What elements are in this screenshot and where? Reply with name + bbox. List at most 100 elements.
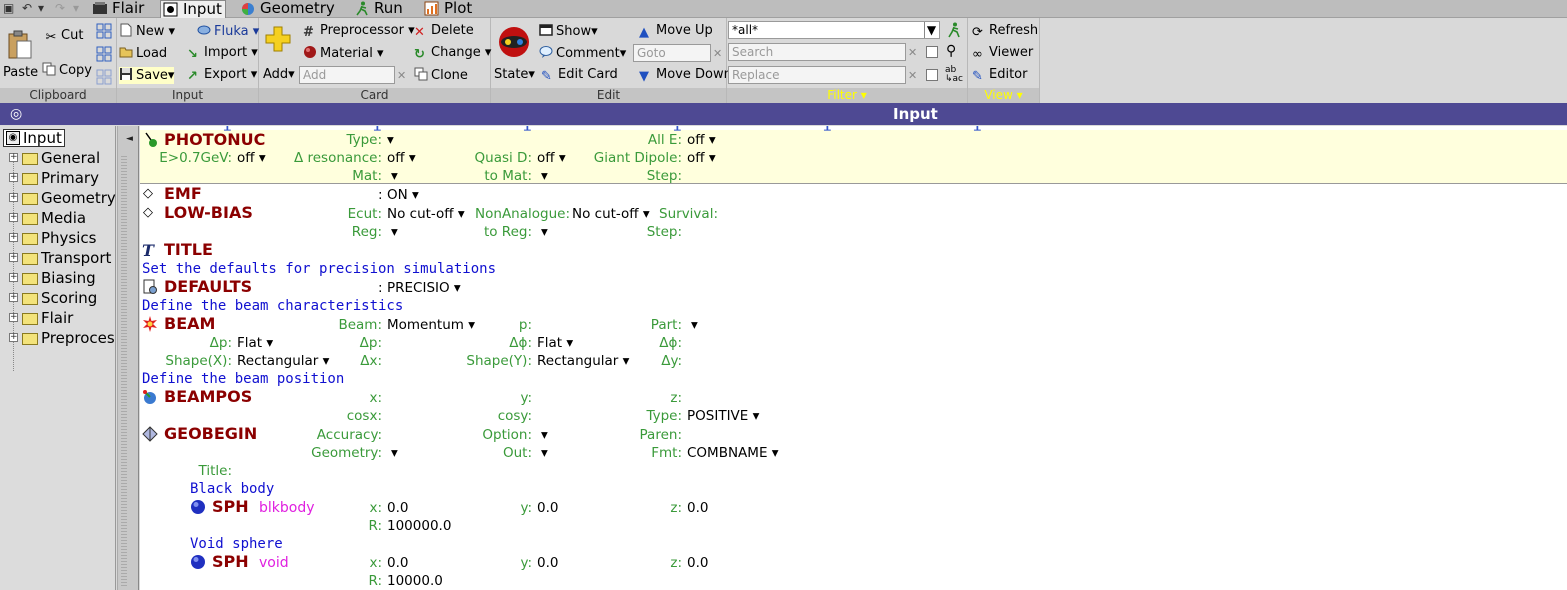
all-e-select[interactable]: off ▾	[687, 131, 716, 149]
card-name-sph[interactable]: SPH	[212, 553, 249, 571]
card-comment[interactable]: Define the beam characteristics	[142, 297, 403, 315]
defaults-select[interactable]: PRECISIO ▾	[387, 279, 461, 297]
tree-item-flair[interactable]: + Flair	[9, 309, 73, 327]
tree-item-geometry[interactable]: + Geometry	[9, 189, 116, 207]
paste-button[interactable]: Paste	[3, 30, 38, 81]
card-name-photonuc[interactable]: PHOTONUC	[164, 131, 265, 149]
replace-checkbox[interactable]	[926, 69, 938, 81]
filter-group-label[interactable]: Filter ▾	[727, 88, 967, 103]
option-select[interactable]: ▾	[541, 426, 548, 444]
tab-stop-marker[interactable]: ┸	[974, 126, 981, 137]
splitter-grip[interactable]	[121, 156, 127, 586]
tree-item-primary[interactable]: + Primary	[9, 169, 99, 187]
export-button[interactable]: ↗ Export ▾	[187, 67, 257, 84]
editor-button[interactable]: ✎ Editor	[972, 67, 1027, 84]
card-comment[interactable]: Define the beam position	[142, 370, 344, 388]
goto-input[interactable]: Goto	[633, 44, 711, 62]
expand-icon[interactable]: +	[9, 253, 18, 262]
ecut-select[interactable]: No cut-off ▾	[387, 205, 465, 223]
show-button[interactable]: Show▾	[539, 23, 598, 40]
delta-resonance-select[interactable]: off ▾	[387, 149, 416, 167]
mat-select[interactable]: ▾	[391, 167, 398, 185]
clear-search-icon[interactable]: ✕	[908, 46, 917, 59]
card-name-emf[interactable]: EMF	[164, 185, 202, 203]
x-value[interactable]: 0.0	[387, 499, 408, 517]
title-text[interactable]: Set the defaults for precision simulatio…	[142, 260, 496, 278]
card-comment[interactable]: Void sphere	[190, 535, 283, 553]
state-icon[interactable]	[498, 26, 530, 58]
expand-icon[interactable]: +	[9, 273, 18, 282]
card-comment[interactable]: Black body	[190, 480, 274, 498]
search-input[interactable]: Search	[728, 43, 906, 61]
tab-input[interactable]: Input	[160, 0, 226, 18]
fmt-select[interactable]: COMBNAME ▾	[687, 444, 779, 462]
tab-stop-marker[interactable]: ┸	[524, 126, 531, 137]
giant-dipole-select[interactable]: off ▾	[687, 149, 716, 167]
expand-icon[interactable]: +	[9, 213, 18, 222]
card-name-geobegin[interactable]: GEOBEGIN	[164, 425, 257, 443]
redo-icon[interactable]: ↷	[55, 1, 65, 15]
y-value[interactable]: 0.0	[537, 554, 558, 572]
replace-icon[interactable]: ab ↳ac	[945, 66, 963, 84]
card-name-beam[interactable]: BEAM	[164, 315, 215, 333]
material-button[interactable]: Material ▾	[303, 45, 383, 62]
expand-icon[interactable]: +	[9, 193, 18, 202]
delta-p-select[interactable]: Flat ▾	[237, 334, 273, 352]
redo-dropdown-icon[interactable]: ▾	[73, 1, 79, 15]
tree-item-scoring[interactable]: + Scoring	[9, 289, 97, 307]
card-name-beampos[interactable]: BEAMPOS	[164, 388, 252, 406]
type-select[interactable]: ▾	[387, 131, 394, 149]
expand-icon[interactable]: +	[9, 313, 18, 322]
tab-flair[interactable]: Flair	[90, 0, 152, 18]
geometry-select[interactable]: ▾	[391, 444, 398, 462]
add-card-input[interactable]: Add	[299, 66, 395, 84]
r-value[interactable]: 10000.0	[387, 572, 443, 590]
tree-item-media[interactable]: + Media	[9, 209, 86, 227]
change-button[interactable]: ↻ Change ▾	[414, 45, 491, 62]
tab-stop-marker[interactable]: ┸	[824, 126, 831, 137]
filter-select[interactable]: *all* ▼	[728, 21, 940, 39]
body-name[interactable]: void	[259, 554, 289, 572]
move-down-button[interactable]: ▼ Move Down	[639, 67, 732, 84]
out-select[interactable]: ▾	[541, 444, 548, 462]
save-button[interactable]: Save▾	[119, 67, 175, 84]
clear-replace-icon[interactable]: ✕	[908, 69, 917, 82]
cut-button[interactable]: ✂ Cut	[44, 28, 84, 45]
clone-button[interactable]: Clone	[414, 67, 468, 84]
z-value[interactable]: 0.0	[687, 499, 708, 517]
to-mat-select[interactable]: ▾	[541, 167, 548, 185]
to-reg-select[interactable]: ▾	[541, 223, 548, 241]
expand-icon[interactable]: +	[9, 333, 18, 342]
copy-button[interactable]: Copy	[42, 62, 92, 79]
comment-button[interactable]: Comment▾	[539, 45, 626, 62]
undo-dropdown-icon[interactable]: ▾	[38, 1, 44, 15]
fluka-button[interactable]: Fluka ▾	[197, 23, 259, 40]
tree-item-physics[interactable]: + Physics	[9, 229, 96, 247]
particle-select[interactable]: ▾	[691, 316, 698, 334]
z-value[interactable]: 0.0	[687, 554, 708, 572]
delta-phi-select[interactable]: Flat ▾	[537, 334, 573, 352]
chevron-down-icon[interactable]: ▼	[924, 22, 938, 38]
expand-icon[interactable]: +	[9, 233, 18, 242]
emf-select[interactable]: ON ▾	[387, 186, 419, 204]
tab-plot[interactable]: Plot	[422, 0, 478, 18]
card-name-sph[interactable]: SPH	[212, 498, 249, 516]
tree-item-transport[interactable]: + Transport	[9, 249, 111, 267]
new-button[interactable]: New ▾	[119, 23, 175, 40]
collapse-left-icon[interactable]: ◄	[126, 134, 133, 144]
add-button[interactable]: Add▾	[263, 67, 295, 83]
tab-geometry[interactable]: Geometry	[238, 0, 338, 18]
x-value[interactable]: 0.0	[387, 554, 408, 572]
tab-run[interactable]: Run	[352, 0, 408, 18]
quasi-d-select[interactable]: off ▾	[537, 149, 566, 167]
clear-add-icon[interactable]: ✕	[397, 69, 406, 82]
view-group-label[interactable]: View ▾	[968, 88, 1039, 103]
target-icon[interactable]: ◎	[10, 106, 22, 122]
delete-button[interactable]: ✕ Delete	[414, 23, 474, 40]
undo-icon[interactable]: ↶	[22, 1, 32, 15]
card-name-low-bias[interactable]: LOW-BIAS	[164, 204, 253, 222]
search-checkbox[interactable]	[926, 46, 938, 58]
replace-input[interactable]: Replace	[728, 66, 906, 84]
tree-root-input[interactable]: ◉ Input	[3, 129, 65, 147]
preprocessor-button[interactable]: # Preprocessor ▾	[303, 23, 415, 40]
